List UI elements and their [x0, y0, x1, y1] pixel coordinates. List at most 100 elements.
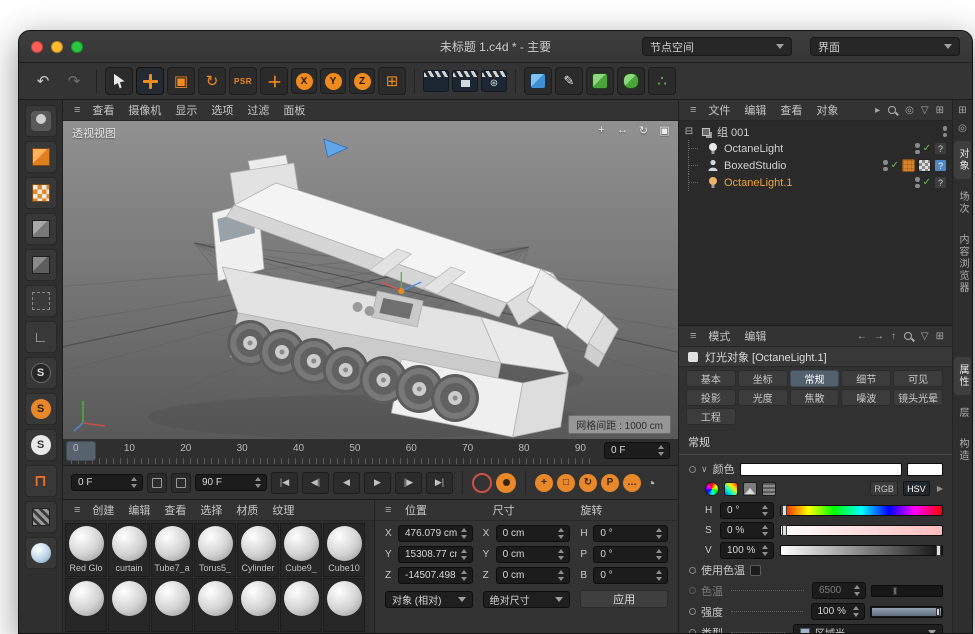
stepper[interactable] [557, 548, 566, 561]
dock-tab-layers[interactable]: 层 [954, 400, 971, 426]
size-x-field[interactable]: 0 cm [496, 525, 571, 542]
unknown-tag-icon[interactable]: ? [934, 176, 947, 189]
color-wheel-icon[interactable] [705, 482, 719, 496]
previous-frame-button[interactable]: ◀ [333, 472, 360, 494]
render-settings-button[interactable]: ⊛ [481, 70, 507, 92]
current-frame-field[interactable]: 0 F [604, 442, 670, 459]
picture-picker-icon[interactable] [743, 482, 757, 496]
tab-lens-flare[interactable]: 镜头光晕 [893, 389, 943, 406]
hue-slider[interactable] [780, 505, 943, 516]
material-tile[interactable]: Red Glo [65, 523, 107, 577]
edges-mode-button[interactable] [25, 249, 57, 281]
end-frame-field[interactable]: 90 F [195, 474, 267, 491]
search-icon[interactable] [887, 105, 898, 116]
collapse-icon[interactable]: ⊟ [684, 127, 694, 137]
material-menu-select[interactable]: 选择 [193, 502, 229, 518]
y-axis-lock-button[interactable]: Y [320, 68, 346, 94]
polygons-mode-button[interactable] [25, 285, 57, 317]
object-row-studio[interactable]: BoxedStudio ✓ ? [679, 157, 952, 174]
material-tile[interactable] [194, 578, 236, 632]
workplane-mode-button[interactable]: ∟ [25, 321, 57, 353]
target-icon[interactable]: ◎ [958, 123, 967, 136]
object-menu-object[interactable]: 对象 [809, 102, 845, 118]
texture-mode-button[interactable] [25, 177, 57, 209]
material-tile[interactable]: Cube9_ [280, 523, 322, 577]
viewport-menu-display[interactable]: 显示 [168, 102, 204, 118]
unknown-tag-icon[interactable]: ? [934, 142, 947, 155]
stepper[interactable] [761, 504, 770, 517]
axis-tool[interactable] [260, 67, 288, 95]
end-stepper[interactable] [254, 476, 263, 489]
primitive-cube-button[interactable] [524, 67, 552, 95]
rotation-h-field[interactable]: 0 ° [593, 525, 668, 542]
size-z-field[interactable]: 0 cm [496, 567, 571, 584]
expand-icon[interactable]: ∨ [701, 464, 708, 475]
mograph-cloner-button[interactable]: ∴ [648, 67, 676, 95]
position-x-field[interactable]: 476.079 cm [398, 525, 473, 542]
next-frame-button[interactable]: |▶ [395, 472, 422, 494]
value-field[interactable]: 100 % [720, 542, 774, 559]
sphere-tool-button[interactable] [25, 537, 57, 569]
material-tile[interactable]: Torus5_ [194, 523, 236, 577]
object-row-group[interactable]: ⊟ 组 001 [679, 123, 952, 140]
octane-light-button[interactable]: S [25, 429, 57, 461]
timeline-ruler[interactable]: 0 10 20 30 40 50 60 70 80 90 0 F [63, 439, 678, 466]
intensity-field[interactable]: 100 % [811, 603, 865, 620]
live-selection-tool[interactable] [105, 67, 133, 95]
rgb-mode-button[interactable]: RGB [870, 481, 898, 496]
go-to-end-button[interactable]: ▶| [426, 472, 453, 494]
record-parameter-button[interactable]: P [601, 474, 619, 492]
current-frame-marker[interactable] [66, 441, 96, 461]
target-icon[interactable]: ◎ [905, 105, 914, 116]
search-icon[interactable] [903, 331, 914, 342]
saturation-field[interactable]: 0 % [720, 522, 774, 539]
go-to-start-button[interactable]: |◀ [271, 472, 298, 494]
color-preview[interactable] [907, 463, 943, 476]
enabled-check-icon[interactable]: ✓ [923, 177, 931, 188]
material-menu-view[interactable]: 查看 [157, 502, 193, 518]
stepper[interactable] [761, 524, 770, 537]
record-scale-button[interactable]: □ [557, 474, 575, 492]
visibility-toggles[interactable] [943, 126, 948, 137]
tab-shadow[interactable]: 投影 [686, 389, 736, 406]
coordinate-system-button[interactable]: ⊞ [378, 67, 406, 95]
object-row-light2[interactable]: OctaneLight.1 ✓ ? [679, 174, 952, 191]
play-button[interactable]: ▶ [364, 472, 391, 494]
plugin-tag-icon[interactable]: ? [934, 159, 947, 172]
material-tile[interactable] [108, 578, 150, 632]
stepper[interactable] [460, 527, 469, 540]
hsv-mode-button[interactable]: HSV [903, 481, 930, 496]
node-space-dropdown[interactable]: 节点空间 [642, 37, 792, 56]
tab-noise[interactable]: 噪波 [841, 389, 891, 406]
light-type-dropdown[interactable]: 区域光 [793, 624, 943, 633]
solo-dish-icon[interactable]: ◔ [647, 475, 655, 491]
chevron-right-icon[interactable]: ▸ [875, 105, 880, 116]
render-picture-viewer-button[interactable] [452, 70, 478, 92]
panel-menu-icon[interactable]: ≡ [69, 104, 85, 116]
array-button[interactable] [25, 501, 57, 533]
redo-button[interactable]: ↷ [60, 67, 88, 95]
attribute-menu-mode[interactable]: 模式 [701, 328, 737, 344]
panel-menu-icon[interactable]: ≡ [385, 504, 405, 516]
viewport-canvas[interactable] [63, 121, 678, 439]
move-tool[interactable] [136, 67, 164, 95]
visibility-toggles[interactable] [915, 143, 920, 154]
object-mode-button[interactable] [25, 141, 57, 173]
keyframe-bar-button[interactable] [171, 473, 191, 493]
add-panel-icon[interactable]: ⊞ [936, 331, 944, 342]
viewport-menu-panel[interactable]: 面板 [276, 102, 312, 118]
material-tile[interactable] [280, 578, 322, 632]
material-tile[interactable] [323, 578, 365, 632]
material-tile[interactable] [151, 578, 193, 632]
color-swatch[interactable] [740, 463, 902, 476]
add-panel-icon[interactable]: ⊞ [936, 105, 944, 116]
material-tile[interactable]: Cube10 [323, 523, 365, 577]
apply-button[interactable]: 应用 [580, 590, 668, 608]
maximize-icon[interactable]: ▣ [658, 124, 671, 137]
stepper[interactable] [557, 527, 566, 540]
object-row-light[interactable]: OctaneLight ✓ ? [679, 140, 952, 157]
filter-icon[interactable]: ▽ [921, 105, 929, 116]
material-menu-edit[interactable]: 编辑 [121, 502, 157, 518]
coordinate-mode-dropdown[interactable]: 对象 (相对) [385, 591, 473, 608]
octane-orange-button[interactable]: S [25, 393, 57, 425]
